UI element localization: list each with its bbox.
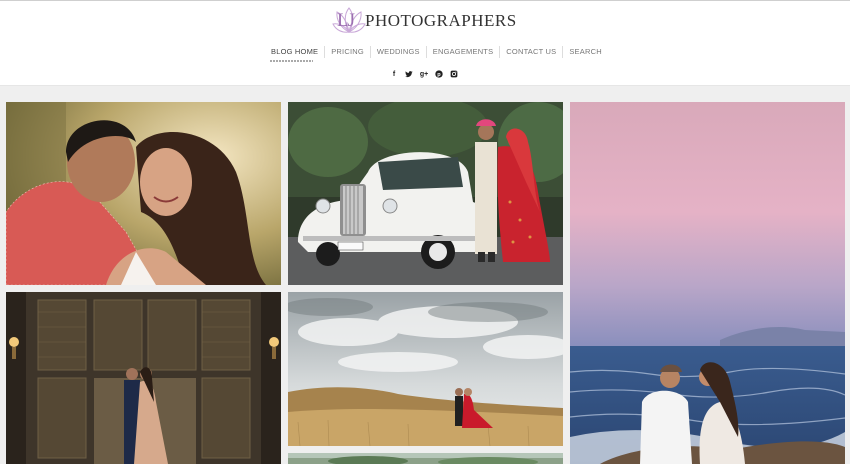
nav-weddings[interactable]: WEDDINGS <box>369 46 426 58</box>
site-header: LJ PHOTOGRAPHERS BLOG HOME PRICING WEDDI… <box>0 1 850 86</box>
logo-lotus-icon: LJ <box>332 6 366 36</box>
nav-contact-us[interactable]: CONTACT US <box>499 46 562 58</box>
twitter-icon[interactable] <box>404 69 414 79</box>
main-nav: BLOG HOME PRICING WEDDINGS ENGAGEMENTS C… <box>265 45 608 59</box>
google-plus-icon[interactable]: g+ <box>419 69 429 79</box>
instagram-icon[interactable] <box>449 69 459 79</box>
photo-beach-sunset[interactable] <box>570 102 845 464</box>
active-nav-underline <box>270 60 313 62</box>
logo-wordmark: PHOTOGRAPHERS <box>365 11 517 30</box>
photo-wedding-bentley[interactable] <box>288 102 563 285</box>
nav-search[interactable]: SEARCH <box>562 46 607 58</box>
nav-engagements[interactable]: ENGAGEMENTS <box>425 46 500 58</box>
photo-engagement-couple[interactable] <box>6 102 281 285</box>
photo-ornate-doorway[interactable] <box>6 292 281 464</box>
site-logo[interactable]: LJ PHOTOGRAPHERS <box>332 6 517 36</box>
facebook-icon[interactable]: f <box>389 69 399 79</box>
svg-text:p: p <box>437 72 441 78</box>
photo-golden-field[interactable] <box>288 292 563 446</box>
nav-pricing[interactable]: PRICING <box>324 46 370 58</box>
nav-blog-home[interactable]: BLOG HOME <box>265 46 324 58</box>
logo-initials: LJ <box>337 10 355 31</box>
social-links: f g+ p <box>389 69 459 79</box>
pinterest-icon[interactable]: p <box>434 69 444 79</box>
photo-partial[interactable] <box>288 453 563 464</box>
